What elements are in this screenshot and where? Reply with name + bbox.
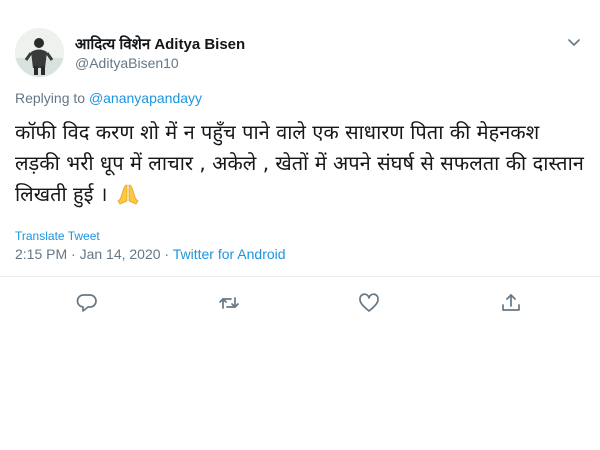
avatar[interactable] [15,28,64,77]
display-name[interactable]: आदित्य विशेन Aditya Bisen [75,34,245,54]
user-handle[interactable]: @AdityaBisen10 [75,55,179,71]
share-icon[interactable] [500,292,522,314]
chevron-down-icon[interactable] [566,34,582,50]
translate-tweet-link[interactable]: Translate Tweet [15,229,100,243]
retweet-icon[interactable] [218,292,240,314]
divider [0,276,600,277]
replying-prefix: Replying to [15,90,89,106]
reply-icon[interactable] [76,292,98,314]
tweet-card: आदित्य विशेन Aditya Bisen @AdityaBisen10… [0,0,600,450]
replying-to: Replying to @ananyapandayy [15,90,202,106]
folded-hands-emoji [115,183,141,205]
tweet-source[interactable]: Twitter for Android [173,246,286,262]
tweet-meta: 2:15 PM · Jan 14, 2020 · Twitter for And… [15,246,286,262]
avatar-photo [15,28,64,77]
tweet-text-content: कॉफी विद करण शो में न पहुँच पाने वाले एक… [15,120,584,206]
like-icon[interactable] [358,292,380,314]
tweet-timestamp[interactable]: 2:15 PM · Jan 14, 2020 · [15,246,173,262]
reply-to-link[interactable]: @ananyapandayy [89,90,202,106]
tweet-text: कॉफी विद करण शो में न पहुँच पाने वाले एक… [15,117,585,210]
